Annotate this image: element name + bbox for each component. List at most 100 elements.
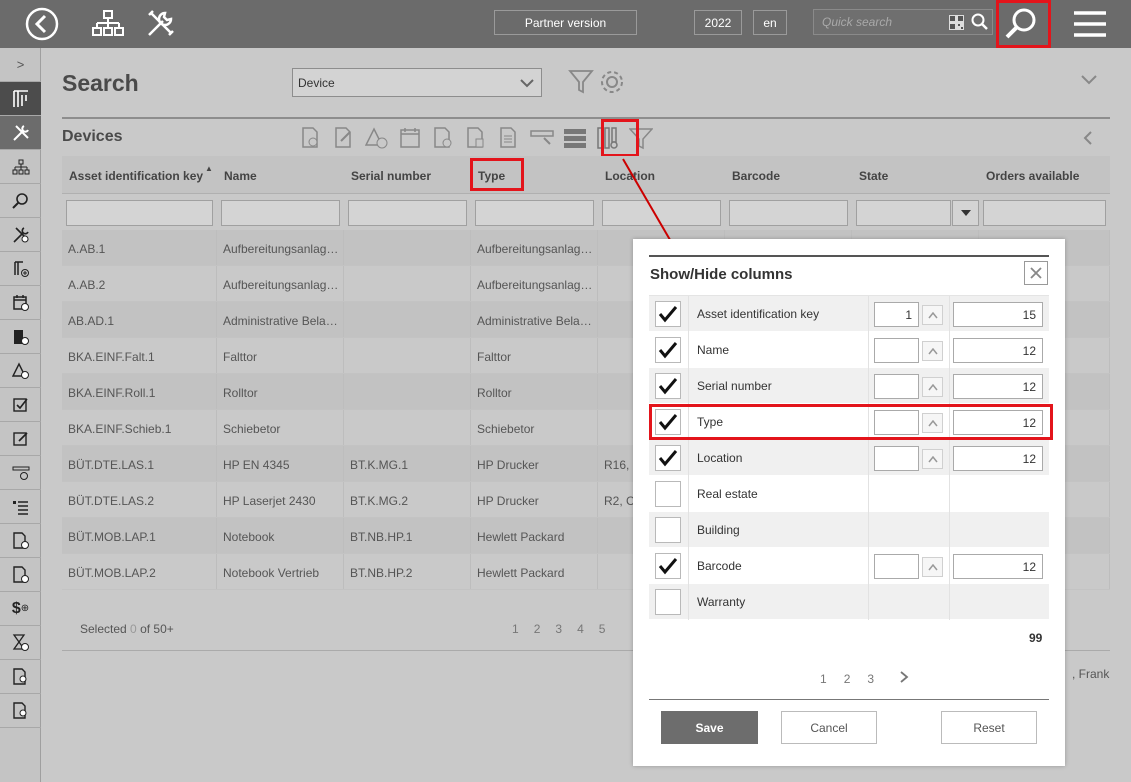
next-page-icon[interactable]	[899, 671, 909, 686]
page-link[interactable]: 2	[844, 672, 851, 686]
column-width-input[interactable]: 12	[953, 554, 1043, 579]
filter-input[interactable]	[221, 200, 340, 226]
page-link[interactable]: 1	[512, 622, 519, 636]
search-nav-icon[interactable]	[0, 184, 41, 218]
column-visible-checkbox[interactable]	[655, 373, 681, 399]
add-asset-icon[interactable]	[0, 252, 41, 286]
chevron-up-icon[interactable]	[922, 305, 943, 325]
column-visible-checkbox[interactable]	[655, 337, 681, 363]
show-hide-columns-dialog: Show/Hide columns Asset identification k…	[633, 239, 1065, 766]
column-order-input[interactable]	[874, 554, 919, 579]
cost-add-icon[interactable]: $ ⊕	[0, 592, 41, 626]
rows-icon[interactable]	[561, 124, 588, 152]
menu-icon[interactable]	[1070, 6, 1110, 42]
column-visible-checkbox[interactable]	[655, 301, 681, 327]
table-cell: Rolltor	[217, 374, 344, 409]
column-visible-checkbox[interactable]	[655, 553, 681, 579]
qr-code-icon[interactable]	[949, 15, 964, 33]
column-visible-checkbox[interactable]	[655, 517, 681, 543]
column-width-input[interactable]: 15	[953, 302, 1043, 327]
shapes-add-icon[interactable]	[0, 354, 41, 388]
chevron-left-icon[interactable]	[1082, 130, 1094, 149]
chevron-up-icon[interactable]	[922, 449, 943, 469]
object-type-select[interactable]: Device	[292, 68, 542, 97]
column-header[interactable]: Barcode	[725, 156, 852, 193]
column-header[interactable]: State	[852, 156, 979, 193]
maintenance-icon[interactable]	[0, 218, 41, 252]
column-header[interactable]: Asset identification key ▲	[62, 156, 217, 193]
doc-edit-icon[interactable]	[330, 124, 357, 152]
column-order-input[interactable]	[874, 374, 919, 399]
document-search-2-icon[interactable]	[0, 694, 41, 728]
dropdown-arrow-icon[interactable]	[952, 200, 979, 226]
list-icon[interactable]	[0, 490, 41, 524]
table-cell: Administrative Bela…	[471, 302, 598, 337]
calendar-add-icon[interactable]	[0, 286, 41, 320]
shape-add-icon[interactable]	[363, 124, 390, 152]
filter-input[interactable]	[983, 200, 1106, 226]
document-search-icon[interactable]	[0, 660, 41, 694]
column-visible-checkbox[interactable]	[655, 445, 681, 471]
column-order-input[interactable]	[874, 446, 919, 471]
doc-delete-icon[interactable]	[462, 124, 489, 152]
table-cell: Administrative Bela…	[217, 302, 344, 337]
state-filter-select[interactable]	[856, 200, 951, 226]
chevron-up-icon[interactable]	[922, 377, 943, 397]
column-width-input[interactable]: 12	[953, 446, 1043, 471]
column-width-input[interactable]: 12	[953, 374, 1043, 399]
year-selector[interactable]: 2022	[694, 10, 742, 35]
page-link[interactable]: 1	[820, 672, 827, 686]
page-link[interactable]: 4	[577, 622, 584, 636]
column-visible-checkbox[interactable]	[655, 589, 681, 615]
asset-key-icon[interactable]	[0, 82, 41, 116]
checkbox-cell	[649, 332, 689, 368]
reset-button[interactable]: Reset	[941, 711, 1037, 744]
page-link[interactable]: 5	[599, 622, 606, 636]
close-icon[interactable]	[1024, 261, 1048, 285]
filter-input[interactable]	[475, 200, 594, 226]
column-order-input[interactable]	[874, 338, 919, 363]
collapse-chevron-icon[interactable]	[1080, 74, 1098, 89]
tools-icon[interactable]	[142, 6, 178, 42]
expand-icon[interactable]: >	[0, 48, 41, 82]
calendar-icon[interactable]	[396, 124, 423, 152]
column-order-input[interactable]: 1	[874, 302, 919, 327]
save-button[interactable]: Save	[661, 711, 758, 744]
hierarchy-nav-icon[interactable]	[0, 150, 41, 184]
doc-search-icon[interactable]	[297, 124, 324, 152]
filter-input[interactable]	[729, 200, 848, 226]
edit-icon[interactable]	[0, 422, 41, 456]
hourglass-add-icon[interactable]	[0, 626, 41, 660]
filter-input[interactable]	[66, 200, 213, 226]
back-icon[interactable]	[24, 6, 60, 42]
table-cell: Hewlett Packard	[471, 554, 598, 589]
column-header[interactable]: Serial number	[344, 156, 471, 193]
measure-add-icon[interactable]	[0, 456, 41, 490]
column-header[interactable]: Orders available	[979, 156, 1110, 193]
language-selector[interactable]: en	[753, 10, 787, 35]
row-select-icon[interactable]	[528, 124, 555, 152]
quick-search-input[interactable]: Quick search	[813, 9, 993, 35]
document-add-icon[interactable]	[0, 524, 41, 558]
document-add-2-icon[interactable]	[0, 558, 41, 592]
column-width-input[interactable]: 12	[953, 338, 1043, 363]
settings-icon[interactable]	[598, 68, 626, 99]
page-link[interactable]: 3	[867, 672, 874, 686]
filter-icon[interactable]	[568, 68, 596, 99]
page-link[interactable]: 3	[555, 622, 562, 636]
edit-check-icon[interactable]	[0, 388, 41, 422]
chevron-up-icon[interactable]	[922, 341, 943, 361]
search-icon[interactable]	[971, 13, 989, 34]
column-visible-checkbox[interactable]	[655, 481, 681, 507]
cancel-button[interactable]: Cancel	[781, 711, 877, 744]
column-header[interactable]: Name	[217, 156, 344, 193]
page-link[interactable]: 2	[534, 622, 541, 636]
filter-input[interactable]	[348, 200, 467, 226]
tools-nav-icon[interactable]	[0, 116, 41, 150]
top-bar: Partner version 2022 en Quick search	[0, 0, 1131, 48]
hierarchy-icon[interactable]	[90, 6, 126, 42]
building-add-icon[interactable]	[0, 320, 41, 354]
doc-text-icon[interactable]	[495, 124, 522, 152]
chevron-up-icon[interactable]	[922, 557, 943, 577]
doc-add-icon[interactable]	[429, 124, 456, 152]
